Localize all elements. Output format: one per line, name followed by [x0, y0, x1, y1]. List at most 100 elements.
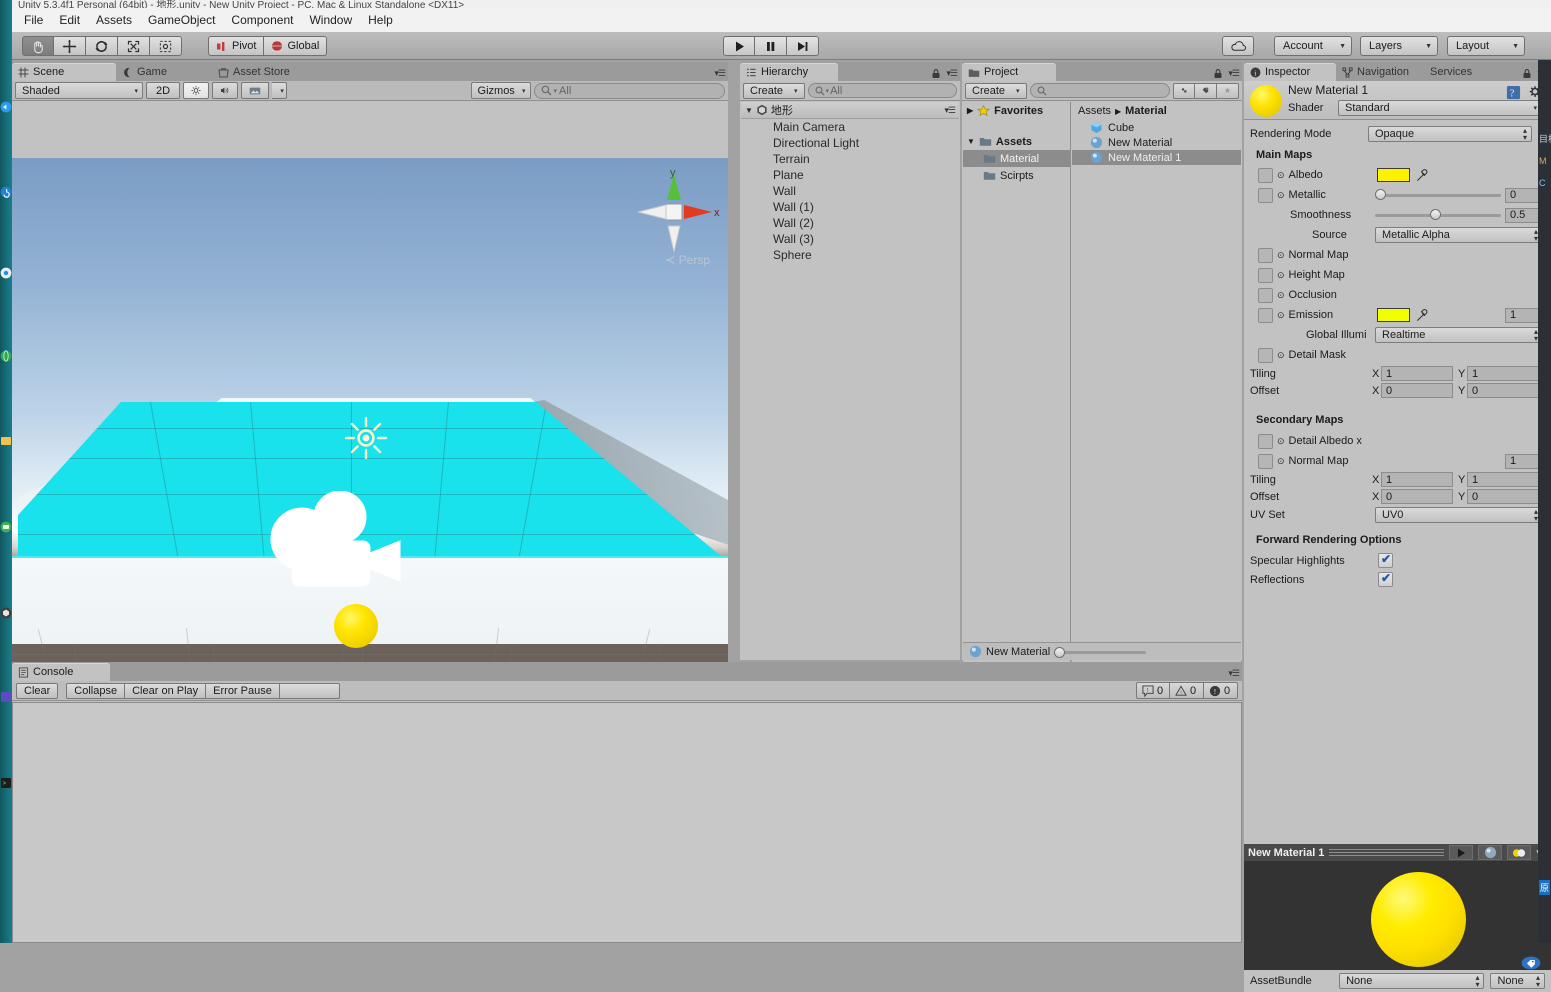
tab-hierarchy[interactable]: Hierarchy — [740, 63, 838, 81]
tab-project[interactable]: Project — [962, 63, 1056, 81]
hierarchy-item[interactable]: Terrain — [741, 151, 959, 167]
uv-set-dropdown[interactable]: UV0 ▴ ▾ — [1375, 507, 1543, 523]
perspective-label[interactable]: ≺ Persp — [665, 252, 710, 268]
toggle-2d[interactable]: 2D — [146, 82, 181, 99]
hierarchy-scene-row[interactable]: ▼ 地形 ▾☰ — [741, 102, 959, 119]
pivot-toggle[interactable]: Pivot — [208, 36, 265, 56]
material-preview-body[interactable] — [1244, 861, 1551, 978]
panel-menu-icon[interactable]: ▾☰ — [944, 105, 956, 116]
project-favorites-row[interactable]: ▶ Favorites — [963, 102, 1070, 119]
project-create-button[interactable]: Create ▾ — [965, 82, 1027, 99]
dock-icon-unity[interactable] — [0, 606, 12, 624]
hierarchy-item[interactable]: Wall (3) — [741, 231, 959, 247]
project-asset-new-material[interactable]: New Material — [1072, 135, 1241, 150]
detail-mask-texture-slot[interactable] — [1258, 347, 1273, 363]
hand-tool-icon[interactable] — [22, 36, 54, 56]
directional-light-gizmo-icon[interactable] — [342, 414, 390, 462]
scene-tab-menu[interactable]: ▾☰ — [714, 68, 726, 79]
rotate-tool-icon[interactable] — [86, 36, 118, 56]
hierarchy-create-button[interactable]: Create ▾ — [743, 82, 805, 99]
albedo-texture-slot[interactable] — [1258, 167, 1273, 183]
panel-menu-icon[interactable]: ▾☰ — [1228, 68, 1240, 79]
shader-dropdown[interactable]: Standard ▾ — [1338, 100, 1542, 116]
emission-texture-slot[interactable] — [1258, 307, 1273, 323]
project-assets-row[interactable]: ▼ Assets — [963, 133, 1070, 150]
project-zoom-slider[interactable] — [1054, 646, 1147, 658]
hierarchy-item[interactable]: Main Camera — [741, 119, 959, 135]
metallic-toggle-icon[interactable]: ⊙ — [1277, 190, 1285, 201]
albedo-color-swatch[interactable] — [1377, 168, 1410, 182]
menu-assets[interactable]: Assets — [88, 10, 140, 30]
eyedropper-icon[interactable] — [1415, 308, 1430, 323]
emission-toggle-icon[interactable]: ⊙ — [1277, 310, 1285, 321]
console-info-count[interactable]: ! 0 — [1136, 682, 1170, 699]
menu-component[interactable]: Component — [223, 10, 301, 30]
menu-edit[interactable]: Edit — [51, 10, 88, 30]
panel-menu-icon[interactable]: ▾☰ — [1228, 668, 1240, 679]
console-clear-on-play-button[interactable]: Clear on Play — [125, 682, 207, 699]
reflections-checkbox[interactable] — [1378, 571, 1393, 587]
global-illum-dropdown[interactable]: Realtime ▴ ▾ — [1375, 327, 1543, 343]
panel-menu-icon[interactable]: ▾☰ — [946, 68, 958, 79]
scale-tool-icon[interactable] — [118, 36, 150, 56]
dock-icon-folder[interactable] — [0, 434, 12, 452]
hierarchy-item[interactable]: Wall — [741, 183, 959, 199]
console-tab-menu[interactable]: ▾☰ — [1228, 668, 1240, 679]
secondary-tiling-x-field[interactable]: 1 — [1381, 472, 1453, 487]
breadcrumb-assets[interactable]: Assets — [1078, 105, 1111, 117]
dock-icon-settings[interactable] — [0, 266, 12, 284]
tiling-x-field[interactable]: 1 — [1381, 366, 1453, 381]
play-button[interactable] — [723, 36, 755, 56]
scene-search-input[interactable]: ▾ All — [533, 82, 725, 99]
project-tab-right[interactable]: ▾☰ — [1213, 68, 1240, 79]
offset-x-field[interactable]: 0 — [1381, 383, 1453, 398]
filter-by-type-button[interactable] — [1173, 82, 1195, 99]
assetbundle-variant-dropdown[interactable]: None ▴ ▾ — [1490, 973, 1545, 989]
preview-play-button[interactable] — [1449, 845, 1474, 860]
lock-icon[interactable] — [931, 68, 941, 79]
detail-albedo-toggle-icon[interactable]: ⊙ — [1277, 436, 1285, 447]
emission-color-swatch[interactable] — [1377, 308, 1410, 322]
draw-mode-dropdown[interactable]: Shaded ▾ — [15, 82, 143, 99]
source-dropdown[interactable]: Metallic Alpha ▴ ▾ — [1375, 227, 1543, 243]
dock-icon-editor[interactable] — [0, 690, 12, 708]
layers-dropdown[interactable]: Layers ▼ — [1360, 36, 1438, 56]
filter-by-label-button[interactable] — [1195, 82, 1217, 99]
dock-icon-chat[interactable] — [0, 520, 12, 538]
hierarchy-item[interactable]: Wall (2) — [741, 215, 959, 231]
cloud-button[interactable] — [1222, 36, 1254, 56]
tab-scene[interactable]: Scene — [12, 63, 116, 81]
preview-lighting-button[interactable] — [1507, 845, 1532, 860]
slider-knob[interactable] — [1054, 646, 1066, 658]
secondary-tiling-y-field[interactable]: 1 — [1467, 472, 1539, 487]
secondary-offset-y-field[interactable]: 0 — [1467, 489, 1539, 504]
dock-icon-globe[interactable] — [0, 349, 12, 367]
lighting-toggle[interactable] — [183, 82, 210, 99]
effects-toggle[interactable] — [241, 82, 270, 99]
disclosure-triangle-icon[interactable]: ▶ — [967, 106, 973, 115]
smoothness-slider[interactable] — [1375, 208, 1501, 222]
tab-asset-store[interactable]: Asset Store — [212, 63, 300, 81]
move-tool-icon[interactable] — [54, 36, 86, 56]
preview-shape-button[interactable] — [1478, 845, 1503, 860]
console-options-spacer[interactable] — [279, 682, 340, 699]
secondary-offset-x-field[interactable]: 0 — [1381, 489, 1453, 504]
pause-button[interactable] — [755, 36, 787, 56]
step-button[interactable] — [787, 36, 819, 56]
secondary-normal-toggle-icon[interactable]: ⊙ — [1277, 456, 1285, 467]
space-toggle[interactable]: Global — [264, 36, 328, 56]
menu-file[interactable]: File — [16, 10, 51, 30]
height-map-texture-slot[interactable] — [1258, 267, 1273, 283]
favorites-filter-button[interactable] — [1217, 82, 1239, 99]
effects-dropdown[interactable]: ▾ — [272, 82, 288, 99]
normal-map-texture-slot[interactable] — [1258, 247, 1273, 263]
tab-services[interactable]: Services — [1424, 63, 1482, 81]
sphere-object[interactable] — [334, 604, 378, 648]
secondary-normal-texture-slot[interactable] — [1258, 453, 1273, 469]
hierarchy-item[interactable]: Plane — [741, 167, 959, 183]
occlusion-texture-slot[interactable] — [1258, 287, 1273, 303]
console-error-pause-button[interactable]: Error Pause — [206, 682, 280, 699]
hierarchy-tab-right[interactable]: ▾☰ — [931, 68, 958, 79]
detail-mask-toggle-icon[interactable]: ⊙ — [1277, 350, 1285, 361]
metallic-texture-slot[interactable] — [1258, 187, 1273, 203]
